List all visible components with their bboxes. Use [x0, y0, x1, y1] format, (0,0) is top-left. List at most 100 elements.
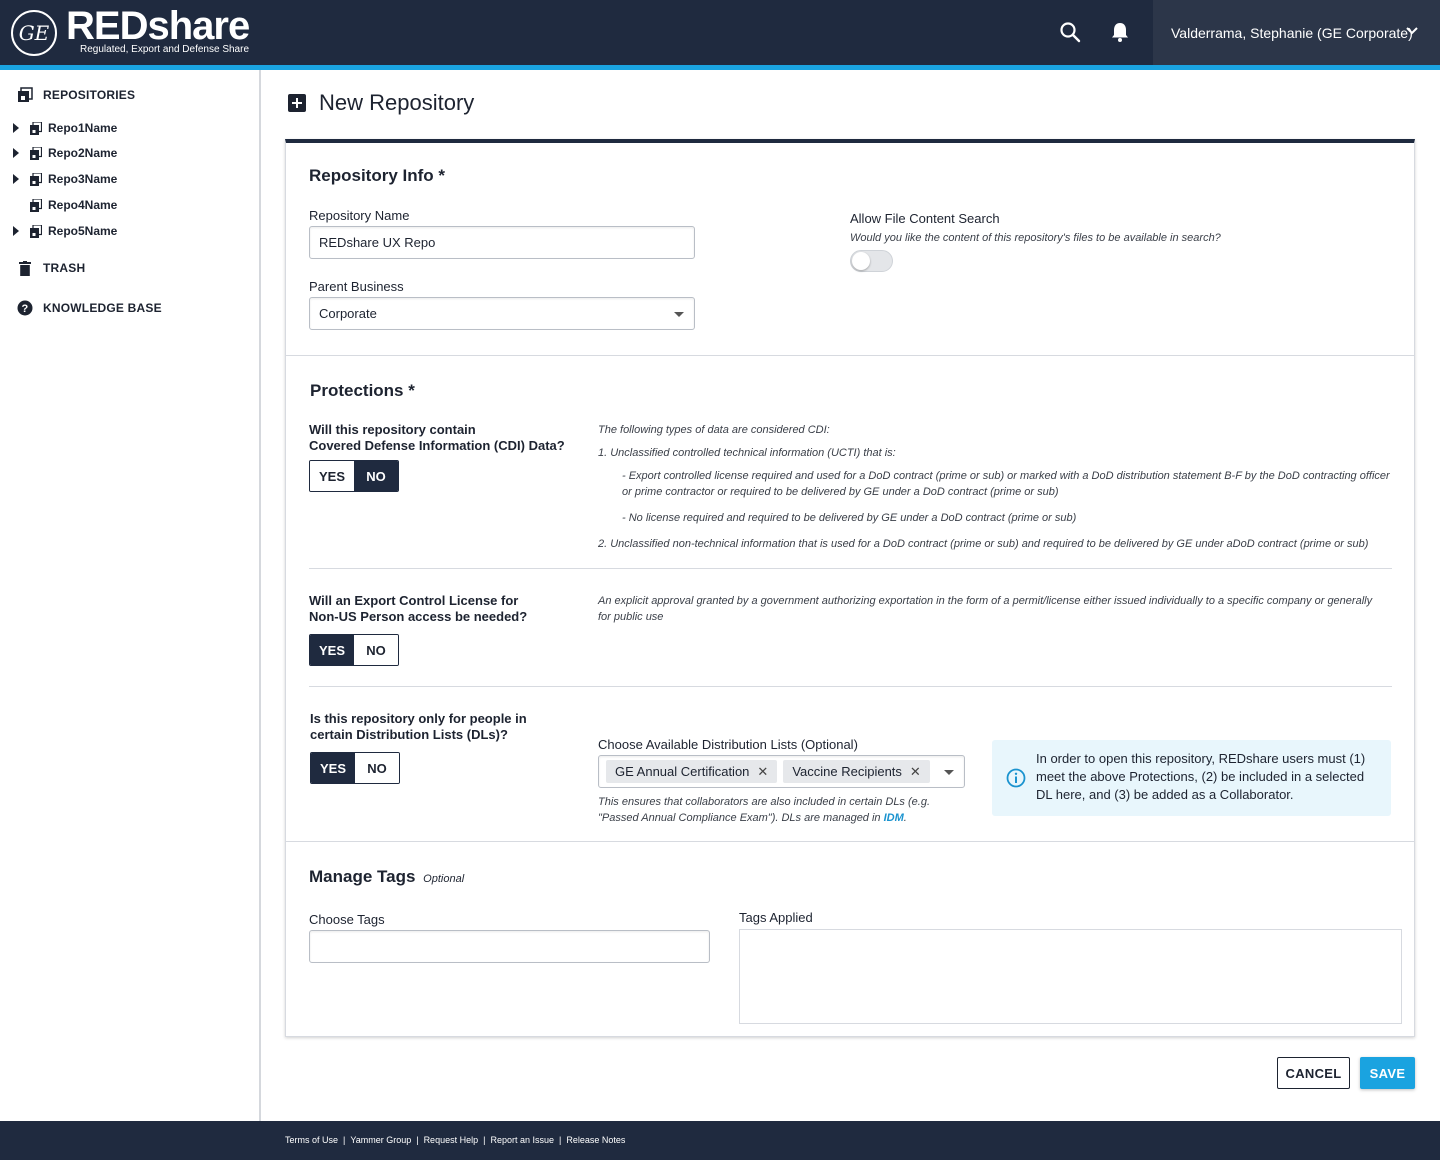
dl-chip: GE Annual Certification ✕	[606, 760, 778, 783]
sidebar-repo-item[interactable]: Repo1Name	[12, 121, 117, 135]
question-divider	[309, 686, 1392, 687]
ge-logo[interactable]: GE	[11, 10, 57, 56]
repository-icon	[16, 86, 34, 104]
dl-yes-no-toggle: YES NO	[310, 752, 400, 784]
brand-title: REDshare	[66, 4, 250, 48]
dl-multiselect[interactable]: GE Annual Certification ✕ Vaccine Recipi…	[598, 755, 965, 788]
footer-link-terms[interactable]: Terms of Use	[285, 1135, 338, 1145]
footer-separator: |	[559, 1135, 562, 1145]
cdi-description-1a-line1: - Export controlled license required and…	[622, 470, 1390, 482]
svg-text:?: ?	[22, 303, 29, 315]
sidebar-repo-label: Repo3Name	[48, 172, 118, 186]
dl-hint: This ensures that collaborators are also…	[598, 794, 958, 826]
repo-name-value: REDshare UX Repo	[319, 235, 436, 250]
toggle-knob	[852, 252, 870, 270]
export-description-line2: for public use	[598, 611, 664, 623]
footer-link-release-notes[interactable]: Release Notes	[566, 1135, 625, 1145]
repository-icon	[30, 172, 42, 186]
cdi-description-intro: The following types of data are consider…	[598, 424, 830, 436]
manage-tags-title: Manage Tags	[309, 867, 416, 886]
dl-chip-label: Vaccine Recipients	[792, 764, 902, 779]
manage-tags-heading: Manage Tags Optional	[309, 867, 464, 887]
footer-link-report[interactable]: Report an Issue	[490, 1135, 554, 1145]
dl-chip: Vaccine Recipients ✕	[783, 760, 930, 783]
top-header: GE REDshare Regulated, Export and Defens…	[0, 0, 1440, 65]
repository-icon	[30, 121, 42, 135]
parent-business-value: Corporate	[319, 306, 377, 321]
sidebar-repo-item[interactable]: Repo4Name	[12, 198, 117, 212]
file-search-toggle[interactable]	[850, 250, 893, 272]
footer-link-help[interactable]: Request Help	[424, 1135, 479, 1145]
export-description: An explicit approval granted by a govern…	[598, 593, 1398, 625]
footer: Terms of Use | Yammer Group | Request He…	[0, 1121, 1440, 1160]
cdi-yes-button[interactable]: YES	[310, 461, 354, 491]
export-question-line1: Will an Export Control License for	[309, 593, 519, 608]
add-box-icon	[288, 94, 306, 112]
dl-question-line1: Is this repository only for people in	[310, 711, 527, 726]
cdi-question-line2: Covered Defense Information (CDI) Data?	[309, 438, 565, 453]
caret-right-icon[interactable]	[12, 174, 20, 184]
export-question: Will an Export Control License for Non-U…	[309, 593, 527, 625]
idm-link[interactable]: IDM	[884, 812, 904, 824]
page-title-text: New Repository	[319, 90, 475, 115]
sidebar-repo-item[interactable]: Repo2Name	[12, 146, 117, 160]
chevron-down-icon	[1406, 27, 1418, 35]
cdi-no-button[interactable]: NO	[354, 461, 398, 491]
section-divider	[286, 841, 1414, 842]
section-divider	[286, 355, 1414, 356]
dl-no-button[interactable]: NO	[355, 753, 399, 783]
bell-icon[interactable]	[1109, 21, 1131, 43]
sidebar-repo-label: Repo1Name	[48, 121, 118, 135]
sidebar-repo-item[interactable]: Repo3Name	[12, 172, 117, 186]
caret-right-icon[interactable]	[12, 226, 20, 236]
sidebar-trash[interactable]: TRASH	[16, 259, 85, 277]
repo-name-input[interactable]: REDshare UX Repo	[309, 226, 695, 259]
footer-link-yammer[interactable]: Yammer Group	[350, 1135, 411, 1145]
trash-icon	[16, 259, 34, 277]
caret-right-icon[interactable]	[12, 123, 20, 133]
repository-icon	[30, 146, 42, 160]
dl-hint-end: .	[903, 812, 907, 824]
export-description-line1: An explicit approval granted by a govern…	[598, 595, 1373, 607]
cdi-description-1: 1. Unclassified controlled technical inf…	[598, 447, 896, 459]
cdi-description-1a: - Export controlled license required and…	[622, 468, 1412, 500]
export-no-button[interactable]: NO	[354, 635, 398, 665]
file-search-label: Allow File Content Search	[850, 211, 1000, 226]
help-icon: ?	[16, 299, 34, 317]
caret-spacer	[12, 200, 20, 210]
dl-yes-button[interactable]: YES	[311, 753, 355, 783]
page-title: New Repository	[288, 90, 474, 116]
dropdown-arrow-icon[interactable]	[944, 770, 954, 775]
user-menu[interactable]: Valderrama, Stephanie (GE Corporate)	[1153, 0, 1440, 65]
caret-right-icon[interactable]	[12, 148, 20, 158]
question-divider	[309, 568, 1392, 569]
brand-subtitle: Regulated, Export and Defense Share	[80, 44, 249, 55]
cancel-button[interactable]: CANCEL	[1277, 1057, 1350, 1089]
export-yes-button[interactable]: YES	[310, 635, 354, 665]
dl-choose-label: Choose Available Distribution Lists (Opt…	[598, 737, 858, 752]
dropdown-arrow-icon	[674, 312, 684, 317]
tags-applied-label: Tags Applied	[739, 910, 813, 925]
tags-applied-box	[739, 929, 1402, 1024]
cdi-yes-no-toggle: YES NO	[309, 460, 399, 492]
sidebar-repo-label: Repo4Name	[48, 198, 118, 212]
parent-business-select[interactable]: Corporate	[309, 297, 695, 330]
remove-chip-icon[interactable]: ✕	[910, 764, 921, 780]
save-button[interactable]: SAVE	[1360, 1057, 1415, 1089]
search-icon[interactable]	[1059, 21, 1081, 43]
sidebar-repo-item[interactable]: Repo5Name	[12, 224, 117, 238]
sidebar-kb-label: KNOWLEDGE BASE	[43, 301, 162, 315]
footer-separator: |	[343, 1135, 346, 1145]
sidebar-repo-label: Repo2Name	[48, 146, 118, 160]
export-yes-no-toggle: YES NO	[309, 634, 399, 666]
sidebar-knowledge-base[interactable]: ? KNOWLEDGE BASE	[16, 299, 162, 317]
parent-business-label: Parent Business	[309, 279, 404, 294]
remove-chip-icon[interactable]: ✕	[757, 764, 768, 780]
sidebar-repositories-label: REPOSITORIES	[43, 88, 136, 102]
dl-hint-line1: This ensures that collaborators are also…	[598, 796, 931, 808]
choose-tags-input[interactable]	[309, 930, 710, 963]
sidebar-trash-label: TRASH	[43, 261, 86, 275]
cdi-description-1a-line2: or prime contractor or required to be de…	[622, 486, 1059, 498]
sidebar-repositories[interactable]: REPOSITORIES	[16, 86, 135, 104]
dl-info-text: In order to open this repository, REDsha…	[1036, 751, 1366, 802]
